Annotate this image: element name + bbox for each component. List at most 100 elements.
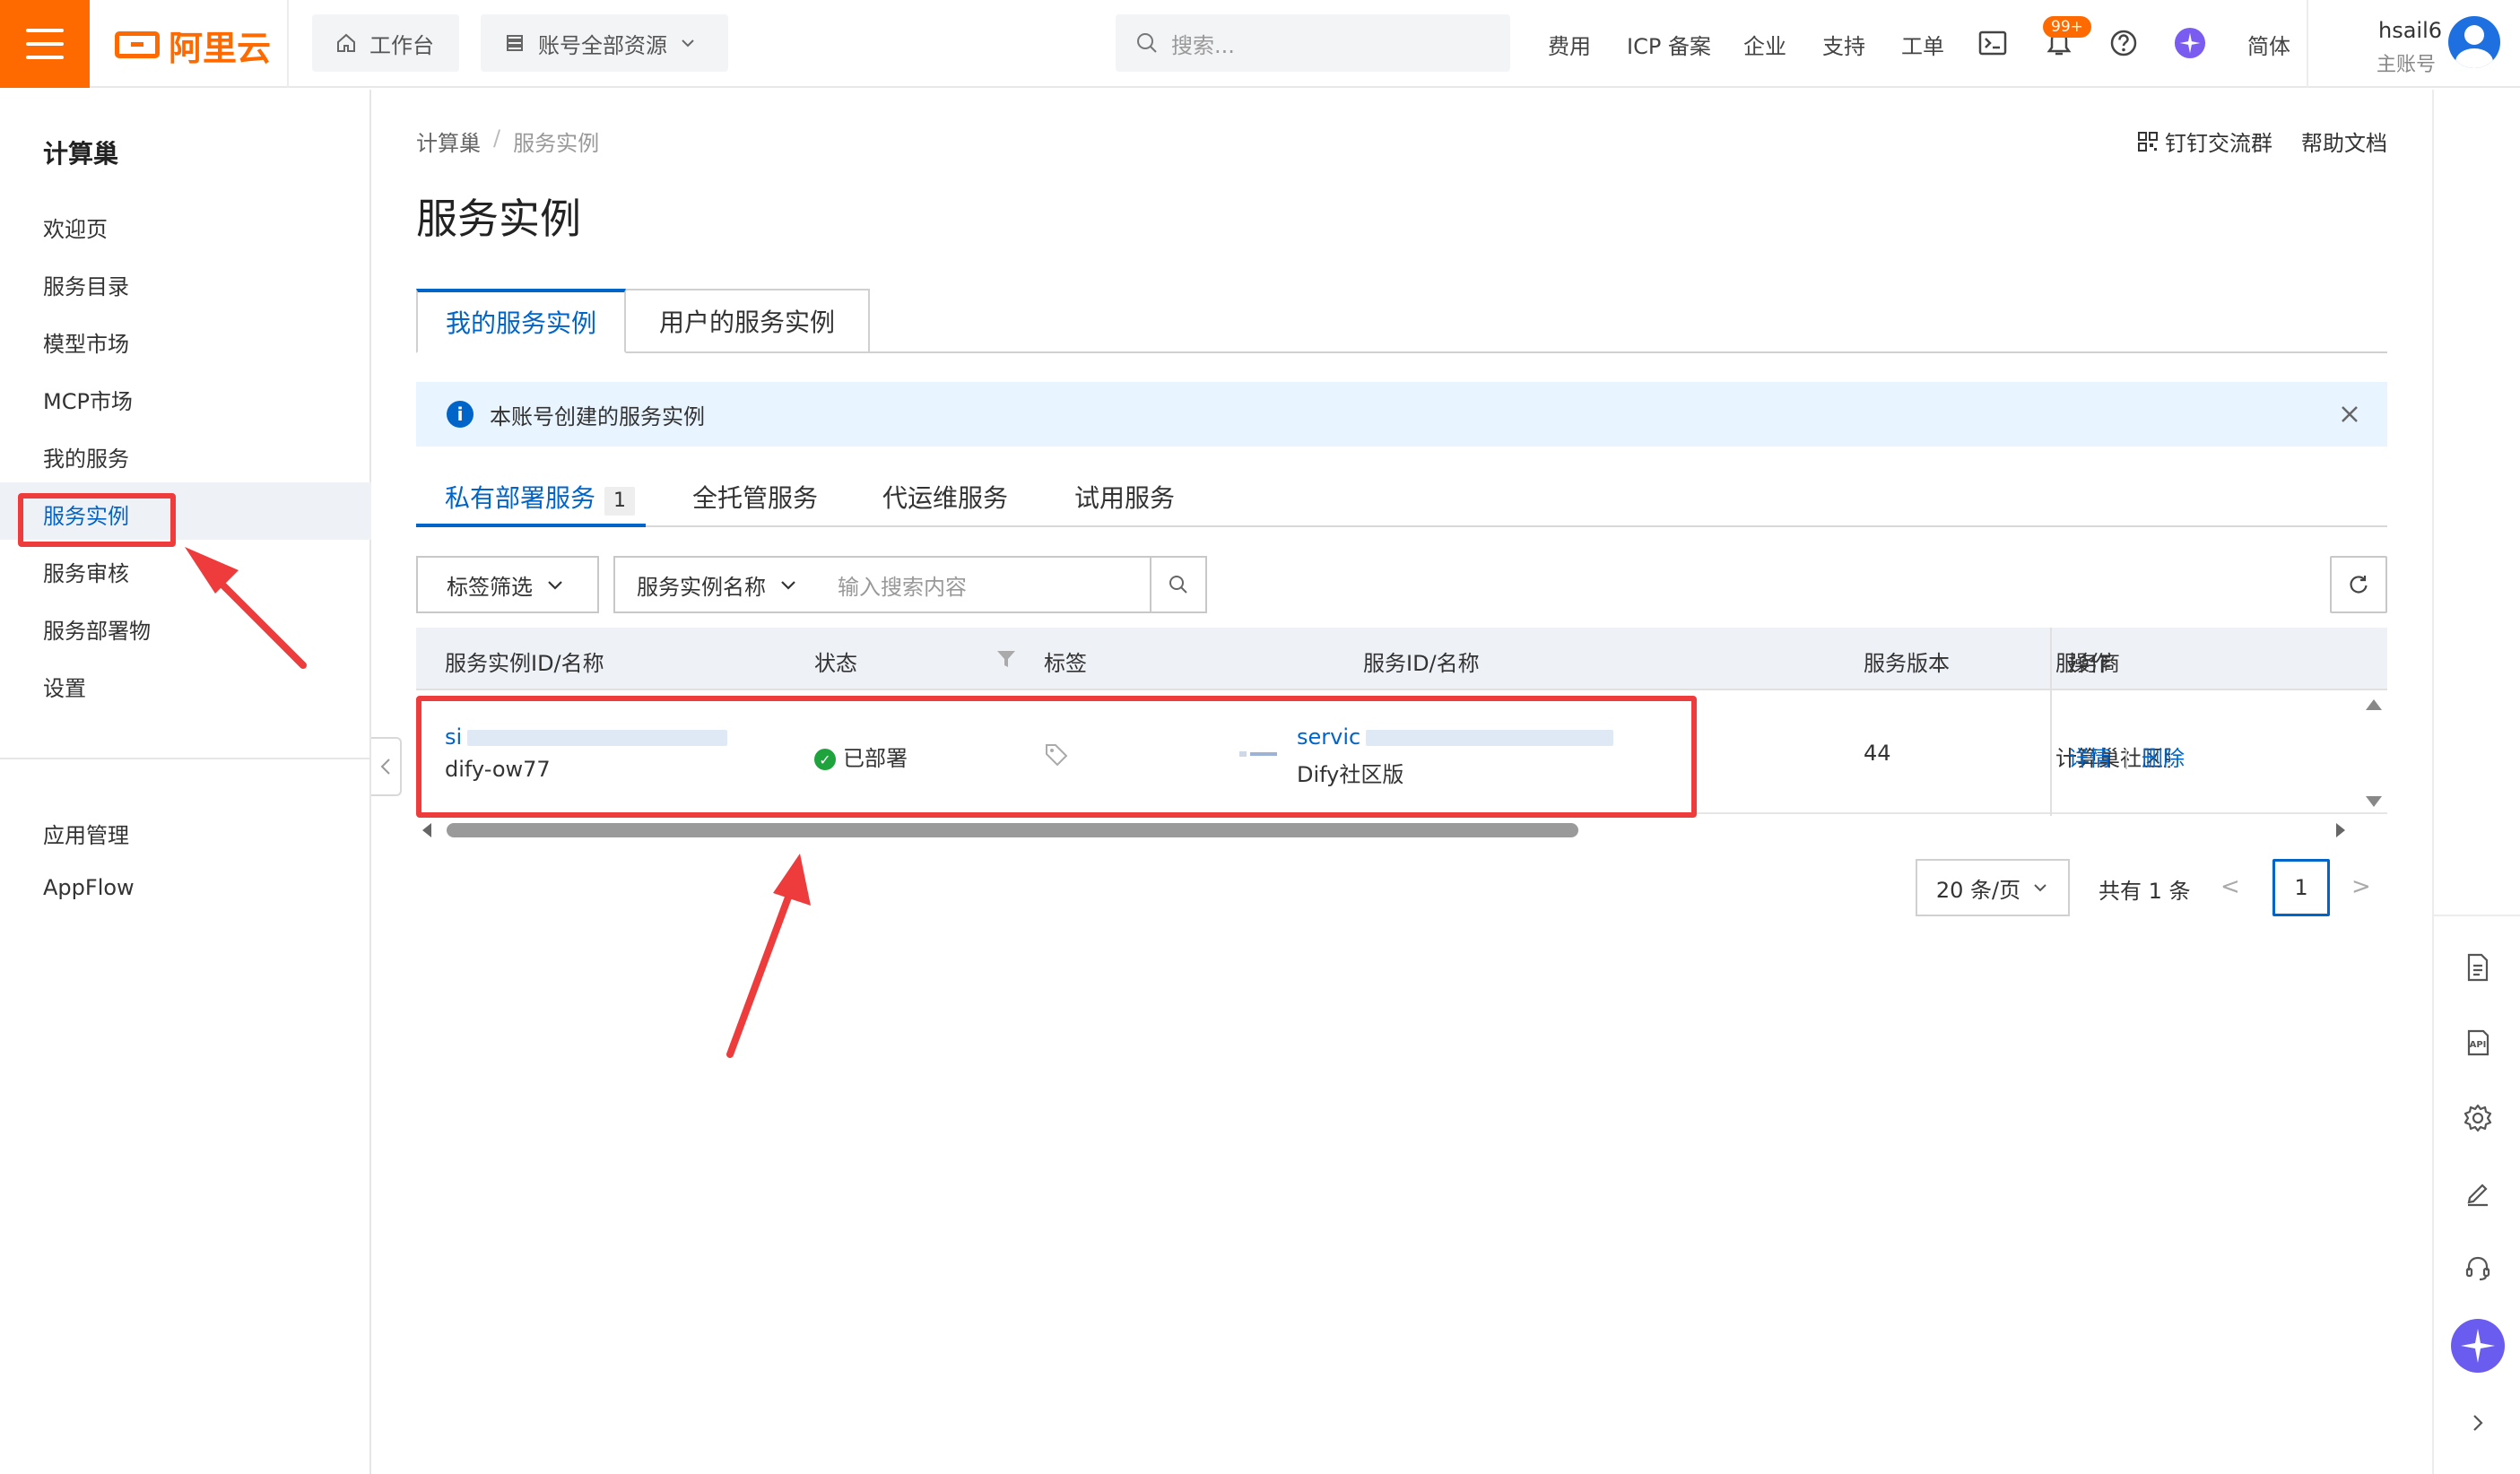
- search-button[interactable]: [1150, 556, 1207, 613]
- close-icon[interactable]: [2337, 402, 2362, 427]
- help-icon[interactable]: [2107, 27, 2140, 59]
- support-link[interactable]: 支持: [1822, 29, 1865, 60]
- sidebar-item-service-review[interactable]: 服务审核: [43, 556, 129, 587]
- chevron-down-icon: [548, 581, 562, 590]
- user-role: 主账号: [2377, 54, 2437, 76]
- horizontal-scrollbar[interactable]: [416, 818, 2387, 843]
- search-input-placeholder: 输入搜索内容: [838, 574, 967, 600]
- prev-page-icon[interactable]: <: [2220, 873, 2240, 900]
- column-header-status: 状态: [814, 651, 857, 676]
- details-link[interactable]: 详情: [2068, 746, 2111, 771]
- sidebar-collapse-button[interactable]: [371, 737, 402, 796]
- dingtalk-group-label: 钉钉交流群: [2165, 131, 2272, 156]
- breadcrumb: 计算巢 / 服务实例: [416, 126, 599, 157]
- ai-assistant-rail-icon[interactable]: [2450, 1318, 2506, 1374]
- service-id-link[interactable]: servic: [1297, 724, 1614, 750]
- chevron-down-icon: [682, 39, 694, 48]
- terminal-icon[interactable]: [1977, 27, 2009, 59]
- workbench-button[interactable]: 工作台: [312, 14, 459, 72]
- breadcrumb-root[interactable]: 计算巢: [416, 126, 481, 157]
- sidebar-item-deployment-artifacts[interactable]: 服务部署物: [43, 613, 151, 645]
- language-switch[interactable]: 简体: [2247, 29, 2290, 60]
- service-name: Dify社区版: [1297, 762, 1404, 787]
- icp-link[interactable]: ICP 备案: [1627, 29, 1711, 60]
- sidebar-item-welcome[interactable]: 欢迎页: [43, 212, 108, 243]
- subtab-private-deployment[interactable]: 私有部署服务 1: [445, 479, 636, 516]
- rail-divider: [2434, 915, 2520, 916]
- avatar[interactable]: [2448, 16, 2500, 68]
- instance-name: dify-ow77: [445, 757, 551, 782]
- refresh-button[interactable]: [2330, 556, 2387, 613]
- status-badge: ✓ 已部署: [814, 741, 908, 772]
- divider: [287, 0, 289, 88]
- tag-icon[interactable]: [1044, 742, 1069, 767]
- column-header-actions: 操作: [2068, 651, 2111, 676]
- search-field-select[interactable]: 服务实例名称: [613, 556, 816, 613]
- resource-scope-label: 账号全部资源: [538, 32, 667, 58]
- tag-filter-dropdown[interactable]: 标签筛选: [416, 556, 599, 613]
- document-icon[interactable]: [2455, 945, 2500, 990]
- resource-scope-dropdown[interactable]: 账号全部资源: [481, 14, 728, 72]
- user-name[interactable]: hsail6: [2378, 18, 2442, 43]
- scroll-right-icon[interactable]: [2333, 821, 2348, 839]
- expand-rail-icon[interactable]: [2455, 1400, 2500, 1445]
- dingtalk-group-link[interactable]: 钉钉交流群: [2138, 126, 2272, 157]
- api-icon[interactable]: API: [2455, 1020, 2500, 1065]
- service-version: 44: [1864, 741, 1891, 766]
- aliyun-logo[interactable]: 阿里云: [115, 25, 271, 68]
- scrollbar-thumb[interactable]: [447, 823, 1578, 837]
- instance-search-input[interactable]: 输入搜索内容: [814, 556, 1151, 613]
- subtab-managed-ops[interactable]: 代运维服务: [882, 479, 1008, 515]
- instance-id: si: [445, 724, 463, 750]
- instance-id-link[interactable]: si: [445, 724, 728, 750]
- breadcrumb-separator: /: [493, 126, 501, 151]
- tab-my-service-instances[interactable]: 我的服务实例: [416, 289, 626, 353]
- subtab-label: 私有部署服务: [445, 483, 596, 513]
- breadcrumb-current: 服务实例: [513, 131, 600, 156]
- notification-badge: 99+: [2043, 16, 2091, 38]
- subtab-fully-managed[interactable]: 全托管服务: [692, 479, 818, 515]
- delete-link[interactable]: 删除: [2142, 746, 2185, 771]
- subtab-active-indicator: [416, 524, 646, 527]
- top-navigation-bar: 阿里云 工作台 账号全部资源 搜索... 费用 ICP 备案 企业 支持 工单 …: [0, 0, 2520, 88]
- ai-assistant-icon[interactable]: [2174, 27, 2206, 59]
- billing-link[interactable]: 费用: [1548, 29, 1591, 60]
- chevron-down-icon: [781, 581, 795, 590]
- sidebar-item-service-instances[interactable]: 服务实例: [43, 499, 129, 530]
- sidebar-item-service-catalog[interactable]: 服务目录: [43, 269, 129, 300]
- action-separator: [2125, 750, 2127, 769]
- refresh-icon: [2350, 576, 2368, 594]
- search-field-label: 服务实例名称: [637, 574, 766, 600]
- sidebar-item-mcp-market[interactable]: MCP市场: [43, 384, 133, 415]
- tab-user-service-instances[interactable]: 用户的服务实例: [624, 289, 870, 353]
- column-header-tags: 标签: [1044, 651, 1087, 676]
- count-badge: 1: [604, 487, 636, 516]
- global-search-input[interactable]: 搜索...: [1116, 14, 1510, 72]
- page-number-button[interactable]: 1: [2272, 859, 2330, 916]
- sidebar-item-my-services[interactable]: 我的服务: [43, 441, 129, 473]
- help-docs-label: 帮助文档: [2301, 131, 2387, 156]
- subtab-line: [416, 525, 2387, 527]
- scroll-down-icon[interactable]: [2366, 796, 2382, 807]
- settings-gear-icon[interactable]: [2455, 1096, 2500, 1140]
- tag-filter-label: 标签筛选: [447, 574, 533, 600]
- scroll-up-icon[interactable]: [2366, 699, 2382, 710]
- filter-funnel-icon[interactable]: [995, 649, 1017, 669]
- search-icon: [1169, 576, 1187, 594]
- sidebar-item-settings[interactable]: 设置: [43, 671, 86, 702]
- ticket-link[interactable]: 工单: [1901, 29, 1944, 60]
- scroll-left-icon[interactable]: [420, 821, 434, 839]
- right-tool-rail: API: [2432, 90, 2520, 1474]
- redacted-id: [1366, 730, 1614, 746]
- next-page-icon[interactable]: >: [2351, 873, 2371, 900]
- subtab-trial[interactable]: 试用服务: [1074, 479, 1175, 515]
- customer-service-icon[interactable]: [2455, 1246, 2500, 1291]
- sidebar-item-appflow[interactable]: AppFlow: [43, 875, 135, 900]
- edit-icon[interactable]: [2455, 1171, 2500, 1216]
- help-docs-link[interactable]: 帮助文档: [2301, 126, 2387, 157]
- sidebar-item-app-management[interactable]: 应用管理: [43, 818, 129, 849]
- sidebar-item-model-market[interactable]: 模型市场: [43, 326, 129, 358]
- menu-icon[interactable]: [0, 0, 90, 88]
- enterprise-link[interactable]: 企业: [1743, 29, 1786, 60]
- page-size-select[interactable]: 20 条/页: [1916, 859, 2070, 916]
